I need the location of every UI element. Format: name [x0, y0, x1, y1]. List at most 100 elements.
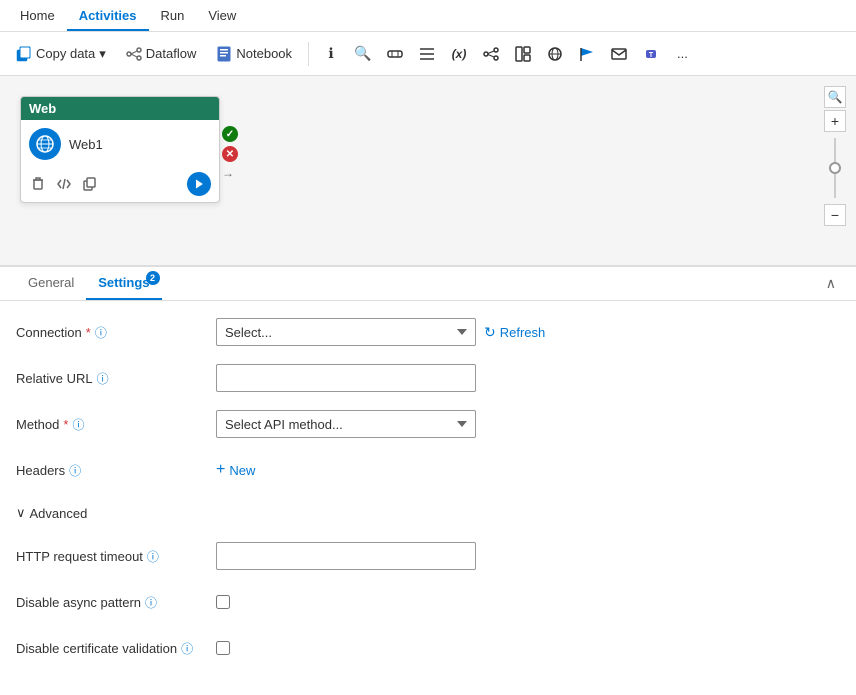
refresh-button[interactable]: ↻ Refresh [484, 324, 545, 341]
disable-async-row: Disable async pattern ⓘ [16, 587, 840, 617]
refresh-icon: ↻ [484, 324, 496, 341]
method-control-wrap: Select API method... [216, 410, 840, 438]
method-select[interactable]: Select API method... [216, 410, 476, 438]
headers-label: Headers ⓘ [16, 462, 216, 479]
connection-label: Connection * ⓘ [16, 324, 216, 341]
settings-badge: 2 [146, 271, 160, 285]
dataflow-button[interactable]: Dataflow [118, 42, 205, 66]
connection-info-icon[interactable]: ⓘ [95, 324, 107, 341]
relative-url-label: Relative URL ⓘ [16, 370, 216, 387]
menu-view-label: View [208, 8, 236, 23]
method-row: Method * ⓘ Select API method... [16, 409, 840, 439]
advanced-toggle-button[interactable]: ∨ Advanced [16, 501, 87, 525]
notebook-button[interactable]: Notebook [208, 42, 300, 66]
status-cross-icon: ✕ [222, 146, 238, 162]
zoom-controls: 🔍 + − [824, 86, 846, 226]
canvas-area: Web Web1 [0, 76, 856, 266]
tab-settings[interactable]: Settings 2 [86, 267, 161, 300]
dataflow-label: Dataflow [146, 46, 197, 61]
relative-url-control-wrap [216, 364, 840, 392]
panel-content: Connection * ⓘ Select... ↻ Refresh Relat… [0, 301, 856, 695]
headers-row: Headers ⓘ + New [16, 455, 840, 485]
node-body: Web1 [21, 120, 219, 168]
disable-async-info-icon[interactable]: ⓘ [145, 594, 157, 611]
zoom-slider [834, 138, 836, 198]
menu-home-label: Home [20, 8, 55, 23]
disable-async-checkbox[interactable] [216, 595, 230, 609]
copy-node-button[interactable] [81, 175, 99, 193]
flag-button[interactable] [573, 40, 601, 68]
disable-cert-label: Disable certificate validation ⓘ [16, 640, 216, 657]
relative-url-row: Relative URL ⓘ [16, 363, 840, 393]
toolbar-divider-1 [308, 42, 309, 66]
status-arrow-icon: → [222, 166, 238, 180]
disable-async-control-wrap [216, 595, 840, 609]
delete-node-button[interactable] [29, 175, 47, 193]
http-timeout-info-icon[interactable]: ⓘ [147, 548, 159, 565]
menu-activities-label: Activities [79, 8, 137, 23]
advanced-section: ∨ Advanced [16, 501, 840, 525]
menu-bar: Home Activities Run View [0, 0, 856, 32]
dataflow-icon [126, 46, 142, 62]
tab-general[interactable]: General [16, 267, 86, 300]
layout-button[interactable] [509, 40, 537, 68]
variable-button[interactable]: (x) [445, 40, 473, 68]
node-actions [21, 168, 219, 202]
disable-cert-control-wrap [216, 641, 840, 655]
http-timeout-label: HTTP request timeout ⓘ [16, 548, 216, 565]
menu-activities[interactable]: Activities [67, 0, 149, 31]
node-name: Web1 [69, 137, 103, 152]
panel-tabs: General Settings 2 ∧ [0, 267, 856, 301]
connection-control-wrap: Select... ↻ Refresh [216, 318, 840, 346]
disable-cert-checkbox[interactable] [216, 641, 230, 655]
panel-collapse-button[interactable]: ∧ [822, 271, 840, 296]
pipeline-button[interactable] [381, 40, 409, 68]
properties-panel: General Settings 2 ∧ Connection * ⓘ Sele… [0, 266, 856, 695]
lines-button[interactable] [413, 40, 441, 68]
relative-url-info-icon[interactable]: ⓘ [97, 370, 109, 387]
status-check-icon: ✓ [222, 126, 238, 142]
zoom-in-button[interactable]: + [824, 110, 846, 132]
method-required: * [63, 417, 68, 432]
connection-row: Connection * ⓘ Select... ↻ Refresh [16, 317, 840, 347]
headers-control-wrap: + New [216, 457, 840, 483]
navigate-node-button[interactable] [187, 172, 211, 196]
relative-url-input[interactable] [216, 364, 476, 392]
search-toolbar-button[interactable]: 🔍 [349, 40, 377, 68]
teams-button[interactable]: T [637, 40, 665, 68]
http-timeout-control-wrap [216, 542, 840, 570]
connect-button[interactable] [477, 40, 505, 68]
connection-select[interactable]: Select... [216, 318, 476, 346]
more-button[interactable]: ... [669, 42, 696, 65]
more-label: ... [677, 46, 688, 61]
email-button[interactable] [605, 40, 633, 68]
http-timeout-row: HTTP request timeout ⓘ [16, 541, 840, 571]
method-info-icon[interactable]: ⓘ [72, 416, 84, 433]
zoom-handle [829, 162, 841, 174]
headers-info-icon[interactable]: ⓘ [69, 462, 81, 479]
new-header-button[interactable]: + New [216, 457, 255, 483]
node-web-icon [29, 128, 61, 160]
disable-cert-row: Disable certificate validation ⓘ [16, 633, 840, 663]
copy-data-button[interactable]: Copy data ▾ [8, 42, 114, 66]
menu-run-label: Run [161, 8, 185, 23]
method-label: Method * ⓘ [16, 416, 216, 433]
copy-data-icon [16, 46, 32, 62]
menu-view[interactable]: View [196, 0, 248, 31]
notebook-icon [216, 46, 232, 62]
code-node-button[interactable] [55, 175, 73, 193]
menu-home[interactable]: Home [8, 0, 67, 31]
connection-required: * [86, 325, 91, 340]
copy-data-label: Copy data [36, 46, 95, 61]
menu-run[interactable]: Run [149, 0, 197, 31]
http-timeout-input[interactable] [216, 542, 476, 570]
globe-button[interactable] [541, 40, 569, 68]
zoom-out-button: − [824, 204, 846, 226]
disable-async-label: Disable async pattern ⓘ [16, 594, 216, 611]
disable-cert-info-icon[interactable]: ⓘ [181, 640, 193, 657]
node-status: ✓ ✕ → [222, 96, 238, 180]
new-icon: + [216, 461, 225, 479]
canvas-search-button[interactable]: 🔍 [824, 86, 846, 108]
info-button[interactable]: ℹ [317, 40, 345, 68]
web-node-card: Web Web1 [20, 96, 220, 203]
